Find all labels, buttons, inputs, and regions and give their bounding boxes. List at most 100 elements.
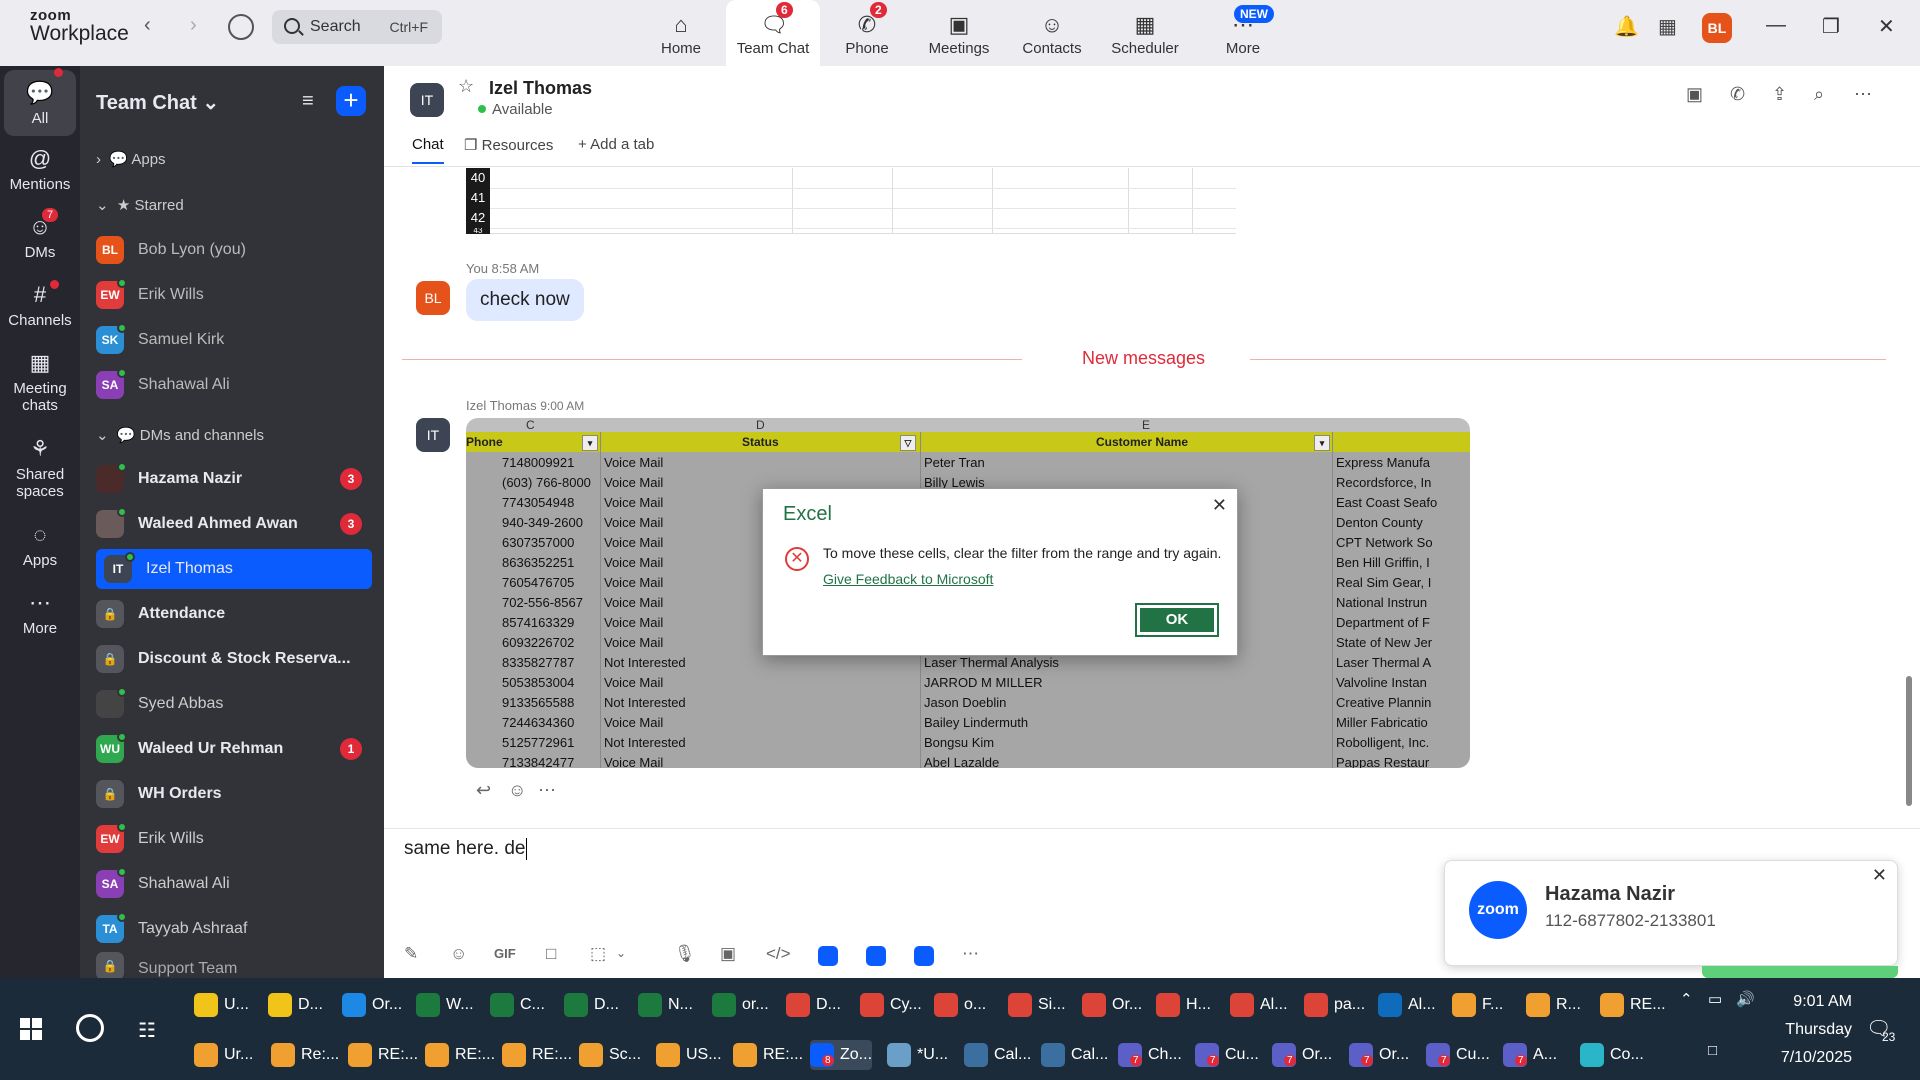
rail-channels[interactable]: # Channels bbox=[0, 280, 80, 329]
rail-mentions[interactable]: @ Mentions bbox=[0, 146, 80, 193]
taskbar-app[interactable]: Or... bbox=[1082, 990, 1142, 1020]
search-icon[interactable] bbox=[76, 1014, 104, 1042]
search-icon[interactable]: ⌕ bbox=[1814, 84, 1824, 105]
taskbar-app[interactable]: *U... bbox=[887, 1040, 948, 1070]
taskbar-app[interactable]: U... bbox=[194, 990, 249, 1020]
taskbar-app[interactable]: W... bbox=[416, 990, 474, 1020]
task-view-icon[interactable]: ☷ bbox=[138, 1018, 156, 1043]
tab-meetings[interactable]: ▣ Meetings bbox=[912, 0, 1006, 66]
microphone-icon[interactable]: 🎙 bbox=[674, 944, 696, 964]
rail-shared-spaces[interactable]: ⚘ Shared spaces bbox=[0, 436, 80, 500]
sidebar-item[interactable]: Hazama Nazir 3 bbox=[96, 459, 372, 499]
notifications-bell-icon[interactable]: 🔔 bbox=[1614, 14, 1639, 39]
sidebar-item[interactable]: EW Erik Wills bbox=[96, 819, 372, 859]
feedback-link[interactable]: Give Feedback to Microsoft bbox=[823, 571, 993, 587]
taskbar-app[interactable]: Al... bbox=[1230, 990, 1288, 1020]
taskbar-app[interactable]: 7 Ch... bbox=[1118, 1040, 1182, 1070]
filter-icon[interactable]: ≡ bbox=[302, 90, 314, 113]
app-icon[interactable] bbox=[866, 946, 886, 966]
sidebar-item[interactable]: TA Tayyab Ashraaf bbox=[96, 909, 372, 949]
tab-more[interactable]: ⋯ NEW More bbox=[1196, 0, 1290, 66]
taskbar-app[interactable]: 7 A... bbox=[1503, 1040, 1557, 1070]
app-icon[interactable] bbox=[914, 946, 934, 966]
taskbar-app[interactable]: N... bbox=[638, 990, 693, 1020]
taskbar-app[interactable]: RE:... bbox=[348, 1040, 418, 1070]
sidebar-item[interactable]: Waleed Ahmed Awan 3 bbox=[96, 504, 372, 544]
taskbar-app[interactable]: Cal... bbox=[964, 1040, 1031, 1070]
more-actions-icon[interactable]: ⋯ bbox=[538, 780, 556, 801]
new-chat-button[interactable]: + bbox=[336, 86, 366, 116]
taskbar-app[interactable]: RE... bbox=[1600, 990, 1666, 1020]
taskbar-app[interactable]: o... bbox=[934, 990, 986, 1020]
taskbar-app[interactable]: Co... bbox=[1580, 1040, 1644, 1070]
sidebar-item[interactable]: 🔒 Attendance bbox=[96, 594, 372, 634]
taskbar-app[interactable]: Sc... bbox=[579, 1040, 641, 1070]
ok-button[interactable]: OK bbox=[1135, 603, 1219, 637]
taskbar-app[interactable]: Si... bbox=[1008, 990, 1066, 1020]
tab-chat[interactable]: Chat bbox=[412, 136, 444, 164]
rail-meeting-chats[interactable]: ▦ Meeting chats bbox=[0, 350, 80, 414]
previous-image-strip[interactable]: 40 41 42 43 bbox=[466, 168, 1236, 234]
back-arrow-icon[interactable]: ‹ bbox=[144, 14, 151, 37]
phone-call-icon[interactable]: ✆ bbox=[1730, 84, 1745, 105]
chevron-down-icon[interactable]: ⌄ bbox=[616, 946, 626, 960]
sidebar-item[interactable]: BL Bob Lyon (you) bbox=[96, 230, 372, 270]
apps-section[interactable]: › 💬 Apps bbox=[96, 150, 166, 168]
sidebar-item[interactable]: 🔒 Support Team bbox=[96, 952, 372, 978]
file-icon[interactable]: □ bbox=[546, 944, 556, 964]
more-icon[interactable]: ⋯ bbox=[962, 944, 979, 964]
taskbar-app[interactable]: D... bbox=[268, 990, 323, 1020]
network-icon[interactable]: □ bbox=[1708, 1042, 1717, 1059]
message-input[interactable]: same here. de bbox=[404, 838, 527, 860]
dms-section[interactable]: ⌄ 💬 DMs and channels bbox=[96, 426, 264, 444]
taskbar-app[interactable]: 8 Zo... bbox=[810, 1040, 873, 1070]
chevron-up-icon[interactable]: ⌃ bbox=[1680, 990, 1693, 1008]
taskbar-app[interactable]: RE:... bbox=[502, 1040, 572, 1070]
sidebar-item[interactable]: WU Waleed Ur Rehman 1 bbox=[96, 729, 372, 769]
starred-section[interactable]: ⌄ ★ Starred bbox=[96, 196, 184, 214]
taskbar-app[interactable]: 7 Cu... bbox=[1426, 1040, 1490, 1070]
taskbar-app[interactable]: D... bbox=[564, 990, 619, 1020]
taskbar-app[interactable]: 7 Cu... bbox=[1195, 1040, 1259, 1070]
add-tab-button[interactable]: + Add a tab bbox=[578, 136, 654, 153]
taskbar-app[interactable]: US... bbox=[656, 1040, 722, 1070]
more-options-icon[interactable]: ⋯ bbox=[1854, 84, 1872, 105]
tab-resources[interactable]: ❐ Resources bbox=[464, 136, 553, 154]
taskbar-app[interactable]: R... bbox=[1526, 990, 1581, 1020]
screen-share-icon[interactable]: ⇪ bbox=[1772, 84, 1787, 105]
video-message-icon[interactable]: ▣ bbox=[720, 944, 736, 964]
close-icon[interactable]: ✕ bbox=[1878, 14, 1895, 39]
rail-all[interactable]: 💬 All bbox=[4, 68, 76, 136]
sidebar-title[interactable]: Team Chat ⌄ bbox=[96, 90, 219, 115]
sidebar-item[interactable]: 🔒 Discount & Stock Reserva... bbox=[96, 639, 372, 679]
close-icon[interactable]: ✕ bbox=[1872, 865, 1887, 886]
rail-apps[interactable]: ◌ Apps bbox=[0, 522, 80, 569]
screenshot-icon[interactable]: ⬚ bbox=[590, 944, 606, 964]
taskbar-app[interactable]: pa... bbox=[1304, 990, 1365, 1020]
sidebar-item[interactable]: SA Shahawal Ali bbox=[96, 864, 372, 904]
reply-icon[interactable]: ↩ bbox=[476, 780, 491, 801]
app-icon[interactable] bbox=[818, 946, 838, 966]
close-icon[interactable]: ✕ bbox=[1212, 495, 1227, 516]
windows-start-icon[interactable] bbox=[20, 1018, 42, 1040]
sidebar-item[interactable]: SA Shahawal Ali bbox=[96, 365, 372, 405]
taskbar-app[interactable]: Cal... bbox=[1041, 1040, 1108, 1070]
taskbar-app[interactable]: H... bbox=[1156, 990, 1211, 1020]
video-call-icon[interactable]: ▣ bbox=[1686, 84, 1703, 105]
taskbar-app[interactable]: D... bbox=[786, 990, 841, 1020]
rail-dms[interactable]: ☺ 7 DMs bbox=[0, 208, 80, 261]
sidebar-item[interactable]: 🔒 WH Orders bbox=[96, 774, 372, 814]
format-icon[interactable]: ✎ bbox=[404, 944, 418, 964]
star-icon[interactable]: ☆ bbox=[458, 76, 474, 97]
emoji-react-icon[interactable]: ☺ bbox=[508, 780, 526, 801]
minimize-icon[interactable]: — bbox=[1766, 14, 1786, 37]
taskbar-app[interactable]: Re:... bbox=[271, 1040, 339, 1070]
scrollbar[interactable] bbox=[1906, 676, 1912, 806]
taskbar-app[interactable]: Cy... bbox=[860, 990, 922, 1020]
clock[interactable]: 9:01 AM Thursday 7/10/2025 bbox=[1760, 988, 1852, 1072]
tab-team-chat[interactable]: 🗨 6 Team Chat bbox=[726, 0, 820, 66]
taskbar-app[interactable]: RE:... bbox=[425, 1040, 495, 1070]
taskbar-app[interactable]: or... bbox=[712, 990, 769, 1020]
search-bar[interactable]: Search Ctrl+F bbox=[272, 10, 442, 44]
tab-phone[interactable]: ✆ 2 Phone bbox=[820, 0, 914, 66]
